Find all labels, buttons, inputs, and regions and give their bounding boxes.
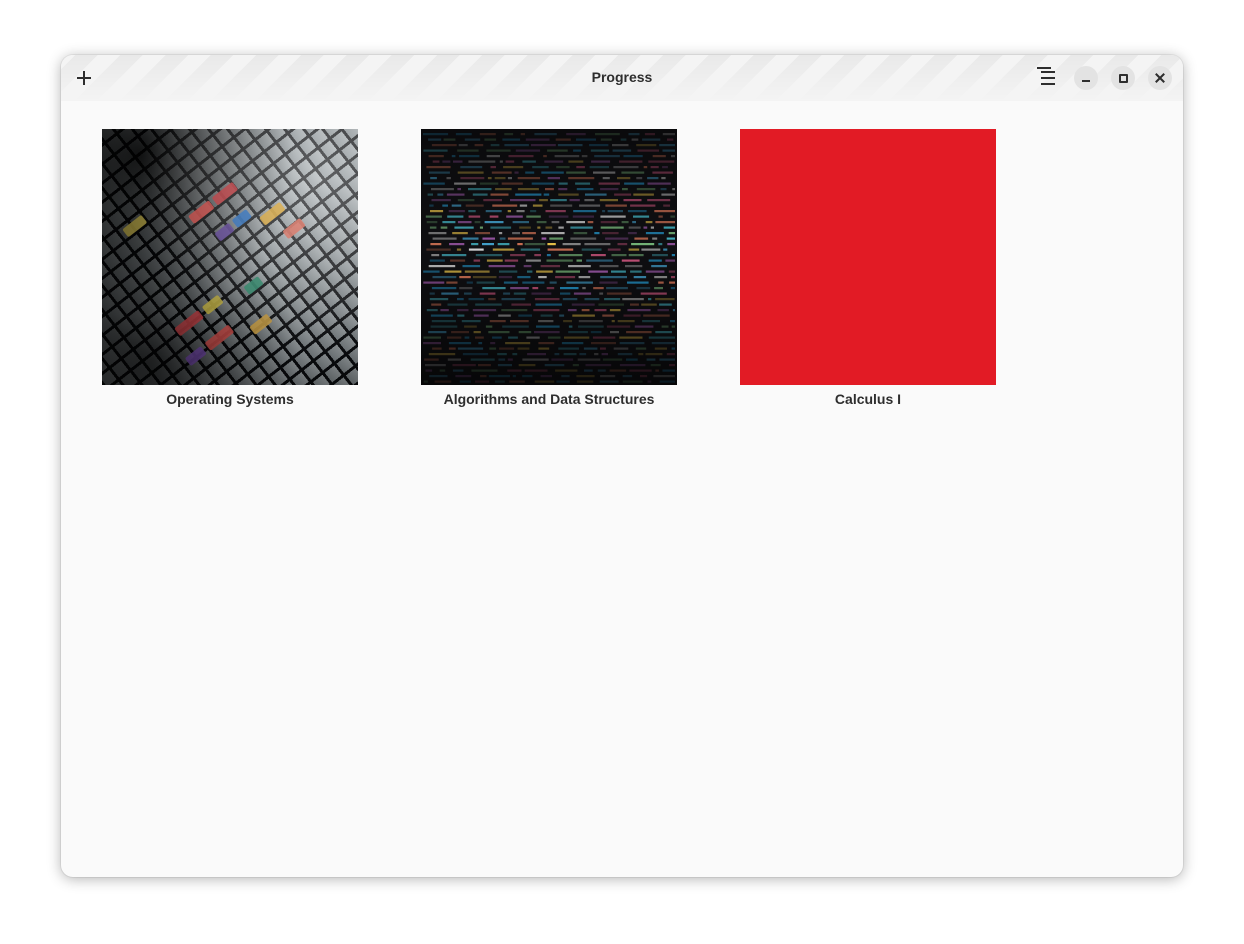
- course-cover-color: [740, 129, 996, 385]
- maximize-button[interactable]: [1111, 66, 1135, 90]
- course-card-algorithms[interactable]: Algorithms and Data Structures: [421, 129, 677, 407]
- minimize-button[interactable]: [1074, 66, 1098, 90]
- course-name: Operating Systems: [166, 391, 294, 407]
- maximize-icon: [1119, 74, 1128, 83]
- hamburger-menu-icon: [1037, 67, 1055, 85]
- course-card-operating-systems[interactable]: Operating Systems: [102, 129, 358, 407]
- minimize-icon: [1082, 80, 1090, 82]
- main-menu-button[interactable]: [1033, 67, 1055, 89]
- app-window: Progress Operating Systems Algorithms an…: [61, 55, 1183, 877]
- window-title: Progress: [591, 69, 653, 85]
- course-cover-image: [421, 129, 677, 385]
- course-card-calculus[interactable]: Calculus I: [740, 129, 996, 407]
- course-name: Algorithms and Data Structures: [443, 391, 655, 407]
- code-photo: [421, 129, 677, 385]
- course-cover-image: [102, 129, 358, 385]
- close-button[interactable]: [1148, 66, 1172, 90]
- course-name: Calculus I: [834, 391, 902, 407]
- keyboard-photo: [102, 129, 358, 385]
- header-bar: Progress: [61, 55, 1183, 101]
